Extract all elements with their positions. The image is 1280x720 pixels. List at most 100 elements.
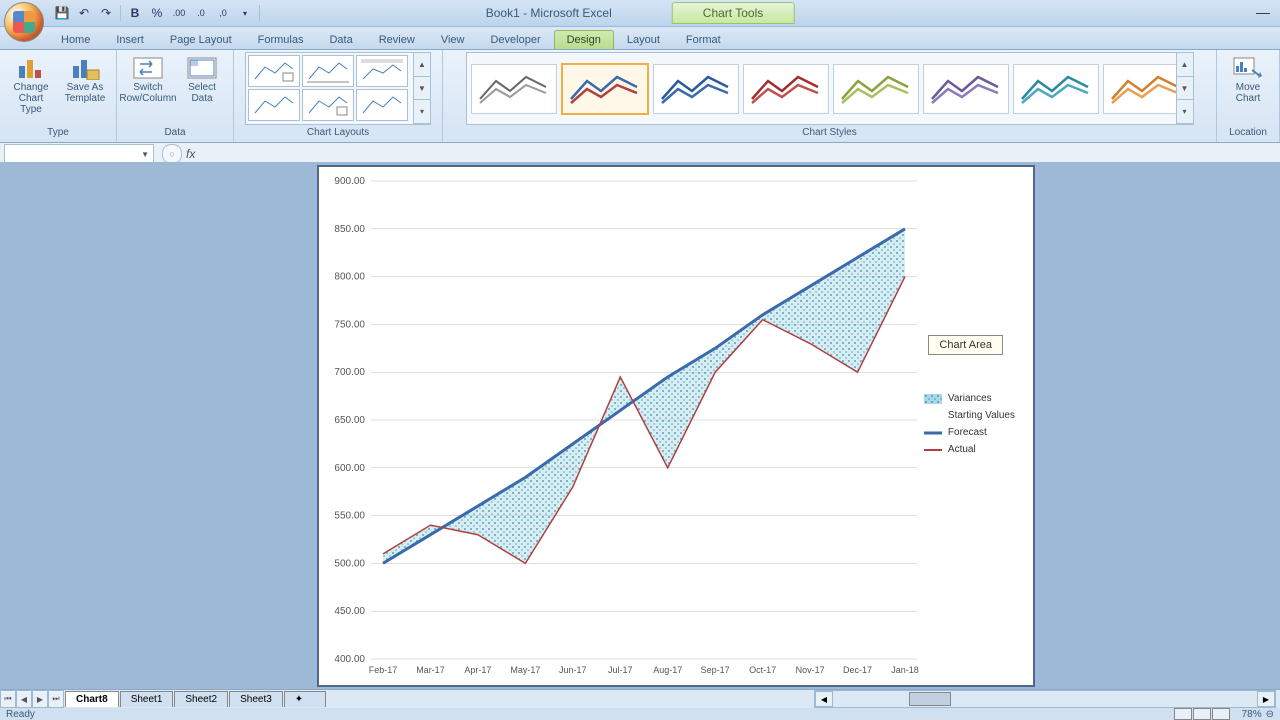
window-title: Book1 - Microsoft Excel [486, 6, 612, 20]
move-chart-button[interactable]: Move Chart [1223, 54, 1273, 106]
sheet-tab-chart8[interactable]: Chart8 [65, 691, 119, 707]
save-icon[interactable]: 💾 [54, 5, 70, 21]
svg-text:Apr-17: Apr-17 [464, 665, 491, 675]
view-buttons[interactable] [1174, 708, 1230, 720]
zoom-level[interactable]: 78% [1242, 709, 1262, 720]
sheet-nav-buttons[interactable]: ⏮◀▶⏭ [0, 690, 64, 708]
chart-tooltip: Chart Area [928, 335, 1003, 355]
svg-text:Mar-17: Mar-17 [416, 665, 445, 675]
styles-scroll[interactable]: ▲▼▾ [1176, 53, 1193, 124]
redo-icon[interactable]: ↷ [98, 5, 114, 21]
svg-text:500.00: 500.00 [334, 558, 365, 569]
workspace: 400.00450.00500.00550.00600.00650.00700.… [0, 162, 1280, 690]
percent-icon[interactable]: % [149, 5, 165, 21]
tab-insert[interactable]: Insert [103, 30, 157, 49]
ribbon-tabs: Home Insert Page Layout Formulas Data Re… [0, 27, 1280, 50]
actual-swatch-icon [924, 445, 942, 455]
chart-legend[interactable]: Variances Starting Values Forecast Actua… [924, 393, 1015, 461]
layout-thumb-1[interactable] [248, 55, 300, 87]
sheet-tab-2[interactable]: Sheet2 [174, 691, 228, 707]
name-box-dropdown-icon[interactable]: ▼ [141, 150, 149, 159]
sheet-tab-1[interactable]: Sheet1 [120, 691, 174, 707]
scroll-right-icon[interactable]: ▶ [1257, 691, 1275, 707]
name-box[interactable]: ▼ [4, 144, 154, 164]
tab-layout[interactable]: Layout [614, 30, 673, 49]
tab-developer[interactable]: Developer [477, 30, 553, 49]
group-type: Change Chart Type Save As Template Type [0, 50, 117, 142]
svg-text:Aug-17: Aug-17 [653, 665, 682, 675]
increase-decimal-icon[interactable]: .00 [171, 5, 187, 21]
tab-design[interactable]: Design [554, 30, 614, 49]
ribbon: Change Chart Type Save As Template Type … [0, 50, 1280, 143]
tab-formulas[interactable]: Formulas [245, 30, 317, 49]
layout-thumb-2[interactable] [302, 55, 354, 87]
svg-text:Jan-18: Jan-18 [891, 665, 919, 675]
scroll-left-icon[interactable]: ◀ [815, 691, 833, 707]
svg-text:Jun-17: Jun-17 [559, 665, 587, 675]
new-sheet-button[interactable]: ✦ [284, 691, 326, 707]
layout-thumb-4[interactable] [248, 89, 300, 121]
style-thumb-2[interactable] [561, 63, 649, 115]
status-ready: Ready [6, 709, 35, 720]
svg-text:Jul-17: Jul-17 [608, 665, 633, 675]
tab-data[interactable]: Data [316, 30, 365, 49]
group-chart-styles: ▲▼▾ Chart Styles [443, 50, 1217, 142]
fx-icon[interactable]: fx [186, 147, 195, 161]
style-thumb-5[interactable] [833, 64, 919, 114]
chart-styles-gallery[interactable]: ▲▼▾ [466, 52, 1194, 125]
style-thumb-7[interactable] [1013, 64, 1099, 114]
quick-access-toolbar: 💾 ↶ ↷ B % .00 .0 ,0 ▾ [48, 5, 260, 21]
comma-icon[interactable]: ,0 [215, 5, 231, 21]
svg-text:Dec-17: Dec-17 [843, 665, 872, 675]
switch-row-column-button[interactable]: Switch Row/Column [123, 54, 173, 106]
tab-format[interactable]: Format [673, 30, 734, 49]
layout-thumb-5[interactable] [302, 89, 354, 121]
svg-text:450.00: 450.00 [334, 606, 365, 617]
sheet-tab-3[interactable]: Sheet3 [229, 691, 283, 707]
layout-thumb-6[interactable] [356, 89, 408, 121]
chart-object[interactable]: 400.00450.00500.00550.00600.00650.00700.… [318, 166, 1034, 686]
chart-layouts-gallery[interactable]: ▲▼▾ [245, 52, 431, 125]
qat-dropdown-icon[interactable]: ▾ [237, 5, 253, 21]
layouts-scroll[interactable]: ▲▼▾ [413, 53, 430, 124]
group-chart-layouts: ▲▼▾ Chart Layouts [234, 50, 443, 142]
legend-item-starting[interactable]: Starting Values [924, 410, 1015, 421]
tab-review[interactable]: Review [366, 30, 428, 49]
group-type-label: Type [47, 125, 69, 140]
legend-item-forecast[interactable]: Forecast [924, 427, 1015, 438]
zoom-out-icon[interactable]: ⊖ [1266, 709, 1274, 720]
select-data-icon [186, 56, 218, 80]
svg-text:700.00: 700.00 [334, 367, 365, 378]
svg-text:750.00: 750.00 [334, 319, 365, 330]
cancel-formula-icon[interactable]: ○ [162, 144, 182, 164]
contextual-tab-label: Chart Tools [672, 2, 794, 24]
horizontal-scrollbar[interactable]: ◀ ▶ [814, 690, 1276, 708]
select-data-button[interactable]: Select Data [177, 54, 227, 106]
legend-item-actual[interactable]: Actual [924, 444, 1015, 455]
tab-home[interactable]: Home [48, 30, 103, 49]
undo-icon[interactable]: ↶ [76, 5, 92, 21]
change-chart-type-button[interactable]: Change Chart Type [6, 54, 56, 117]
style-thumb-4[interactable] [743, 64, 829, 114]
svg-text:600.00: 600.00 [334, 463, 365, 474]
tab-page-layout[interactable]: Page Layout [157, 30, 245, 49]
svg-text:850.00: 850.00 [334, 224, 365, 235]
svg-text:400.00: 400.00 [334, 654, 365, 665]
group-styles-label: Chart Styles [802, 125, 856, 140]
style-thumb-3[interactable] [653, 64, 739, 114]
variances-swatch-icon [924, 394, 942, 404]
style-thumb-1[interactable] [471, 64, 557, 114]
save-template-button[interactable]: Save As Template [60, 54, 110, 106]
tab-view[interactable]: View [428, 30, 478, 49]
legend-item-variances[interactable]: Variances [924, 393, 1015, 404]
office-button[interactable] [4, 2, 44, 42]
style-thumb-6[interactable] [923, 64, 1009, 114]
bold-icon[interactable]: B [127, 5, 143, 21]
minimize-button[interactable]: — [1256, 4, 1270, 20]
svg-text:800.00: 800.00 [334, 272, 365, 283]
title-bar: 💾 ↶ ↷ B % .00 .0 ,0 ▾ Book1 - Microsoft … [0, 0, 1280, 27]
layout-thumb-3[interactable] [356, 55, 408, 87]
decrease-decimal-icon[interactable]: .0 [193, 5, 209, 21]
group-data: Switch Row/Column Select Data Data [117, 50, 234, 142]
status-bar: Ready 78% ⊖ [0, 708, 1280, 720]
